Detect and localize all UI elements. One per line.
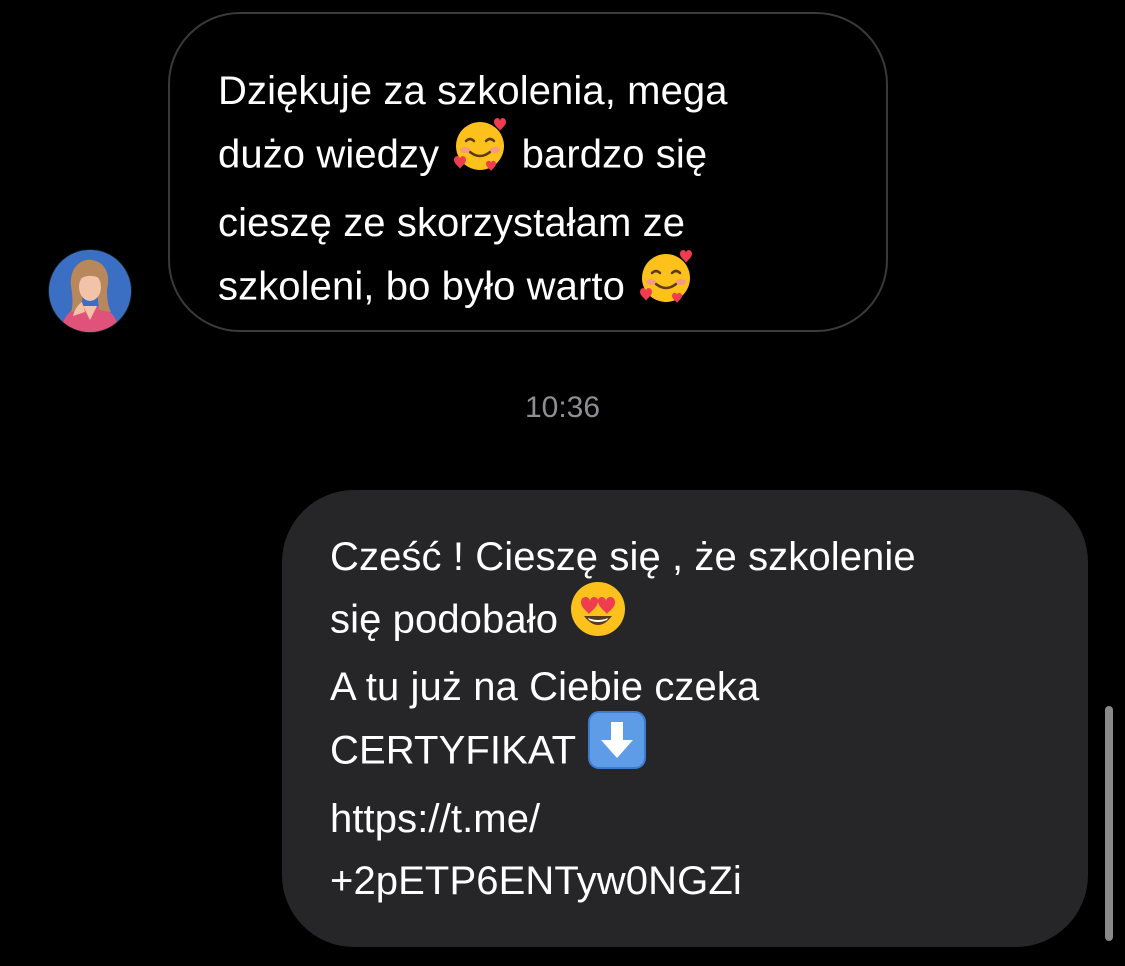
incoming-message-line: szkoleni, bo było warto [218, 250, 846, 324]
outgoing-message-line: się podobało [330, 582, 1048, 656]
incoming-message-bubble[interactable]: Dziękuje za szkolenia, mega dużo wiedzy … [168, 12, 888, 332]
outgoing-message-line: CERTYFIKAT [330, 711, 1048, 788]
sender-avatar[interactable] [49, 250, 131, 332]
incoming-message-line: dużo wiedzy bardzo się [218, 118, 846, 192]
certificate-link[interactable]: https://t.me/ [330, 788, 1048, 850]
certificate-link-continuation[interactable]: +2pETP6ENTyw0NGZi [330, 850, 1048, 912]
down-arrow-icon [587, 710, 647, 788]
scrollbar-thumb[interactable] [1105, 706, 1113, 941]
outgoing-message-line: A tu już na Ciebie czeka [330, 665, 760, 709]
smiling-face-with-hearts-icon [636, 246, 696, 324]
incoming-message-line: cieszę ze skorzystałam ze [218, 201, 686, 245]
outgoing-message-line: Cześć ! Cieszę się , że szkolenie [330, 535, 916, 579]
heart-eyes-icon [569, 580, 627, 656]
incoming-message-line: Dziękuje za szkolenia, mega [218, 69, 728, 113]
message-timestamp: 10:36 [524, 391, 601, 424]
profile-photo-icon [49, 250, 131, 332]
smiling-face-with-hearts-icon [450, 114, 510, 192]
outgoing-message-bubble[interactable]: Cześć ! Cieszę się , że szkolenie się po… [282, 490, 1088, 947]
